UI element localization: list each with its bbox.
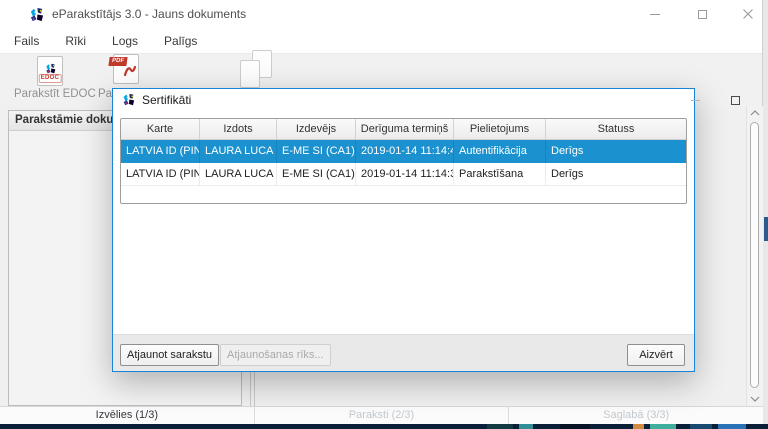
desktop-sliver — [764, 217, 768, 241]
taskbar-bit — [560, 424, 590, 429]
menu-fails[interactable]: Fails — [8, 30, 45, 52]
taskbar-strip — [0, 424, 768, 429]
table-row[interactable]: LATVIA ID (PIN 2) LAURA LUCA E-ME SI (CA… — [121, 163, 686, 186]
taskbar-bit — [487, 424, 513, 429]
main-titlebar[interactable]: eParakstītājs 3.0 - Jauns dokuments — [0, 0, 762, 28]
cell-deriguma-termins: 2019-01-14 11:14:42 — [355, 140, 453, 163]
table-header-row: Karte Izdots Izdevējs Derīguma termiņš P… — [121, 119, 686, 140]
sign-pdf-icon[interactable]: PDF — [113, 54, 139, 84]
cell-pielietojums: Autentifikācija — [453, 140, 545, 163]
step-tab-paraksti[interactable]: Paraksti (2/3) — [254, 407, 509, 424]
dialog-maximize-button[interactable] — [716, 89, 754, 111]
dialog-minimize-icon — [691, 100, 700, 101]
cell-izdots: LAURA LUCA — [199, 163, 276, 185]
taskbar-bit — [650, 424, 676, 429]
vertical-scrollbar[interactable] — [746, 106, 763, 406]
maximize-icon — [698, 10, 707, 19]
taskbar-bit — [690, 424, 712, 429]
taskbar-bit — [633, 424, 644, 429]
cell-karte: LATVIA ID (PIN 1) — [121, 140, 199, 163]
certificates-table: Karte Izdots Izdevējs Derīguma termiņš P… — [120, 118, 687, 204]
table-row-selected[interactable]: LATVIA ID (PIN 1) LAURA LUCA E-ME SI (CA… — [121, 140, 686, 163]
column-header-karte[interactable]: Karte — [121, 119, 199, 139]
dialog-titlebar[interactable]: Sertifikāti — [113, 89, 694, 111]
dialog-puzzle-icon — [122, 93, 135, 106]
app-puzzle-icon — [29, 7, 44, 22]
sign-edoc-button[interactable]: Parakstīt EDOC — [14, 88, 96, 100]
status-steps-bar: Izvēlies (1/3) Paraksti (2/3) Saglabā (3… — [0, 406, 763, 424]
scrollbar-thumb[interactable] — [750, 122, 759, 388]
window-title: eParakstītājs 3.0 - Jauns dokuments — [52, 7, 246, 21]
cell-deriguma-termins: 2019-01-14 11:14:39 — [355, 163, 453, 185]
renewal-tool-button[interactable]: Atjaunošanas rīks... — [220, 344, 331, 366]
certificates-dialog: Sertifikāti Karte Izdots Izdevējs Derīgu… — [112, 88, 695, 372]
pdf-swoosh-icon — [123, 63, 137, 81]
taskbar-bit — [519, 424, 533, 429]
page-front-icon — [240, 60, 260, 88]
scroll-down-icon[interactable] — [747, 392, 763, 406]
menu-paligs[interactable]: Palīgs — [158, 30, 203, 52]
cell-izdots: LAURA LUCA — [199, 140, 276, 163]
column-header-deriguma-termins[interactable]: Derīguma termiņš — [355, 119, 453, 139]
step-tab-izvelies[interactable]: Izvēlies (1/3) — [0, 407, 254, 424]
cell-statuss: Derīgs — [545, 140, 686, 163]
menu-bar: Fails Rīki Logs Palīgs — [0, 28, 762, 54]
cell-statuss: Derīgs — [545, 163, 686, 185]
cell-izdevejs: E-ME SI (CA1) — [276, 163, 355, 185]
dialog-close-button[interactable] — [756, 89, 768, 111]
taskbar-bit — [718, 424, 746, 429]
refresh-list-button[interactable]: Atjaunot sarakstu — [120, 344, 219, 366]
column-header-statuss[interactable]: Statuss — [545, 119, 686, 139]
close-icon — [743, 9, 753, 19]
close-dialog-button[interactable]: Aizvērt — [627, 344, 685, 366]
copy-pages-icon[interactable] — [240, 50, 272, 88]
step-tab-saglaba[interactable]: Saglabā (3/3) — [508, 407, 763, 424]
dialog-footer: Atjaunot sarakstu Atjaunošanas rīks... A… — [113, 334, 694, 371]
column-header-izdots[interactable]: Izdots — [199, 119, 276, 139]
cell-izdevejs: E-ME SI (CA1) — [276, 140, 355, 163]
cell-pielietojums: Parakstīšana — [453, 163, 545, 185]
dialog-minimize-button[interactable] — [676, 89, 714, 111]
sign-edoc-icon[interactable]: EDOC — [37, 56, 63, 86]
maximize-button[interactable] — [686, 0, 718, 28]
dialog-title: Sertifikāti — [142, 93, 191, 107]
column-header-pielietojums[interactable]: Pielietojums — [453, 119, 545, 139]
menu-logs[interactable]: Logs — [106, 30, 144, 52]
edoc-badge: EDOC — [39, 74, 62, 83]
minimize-button[interactable] — [639, 0, 671, 28]
column-header-izdevejs[interactable]: Izdevējs — [276, 119, 355, 139]
cell-karte: LATVIA ID (PIN 2) — [121, 163, 199, 185]
close-button[interactable] — [732, 0, 764, 28]
dialog-maximize-icon — [731, 96, 740, 105]
menu-riki[interactable]: Rīki — [59, 30, 92, 52]
minimize-icon — [650, 14, 660, 15]
